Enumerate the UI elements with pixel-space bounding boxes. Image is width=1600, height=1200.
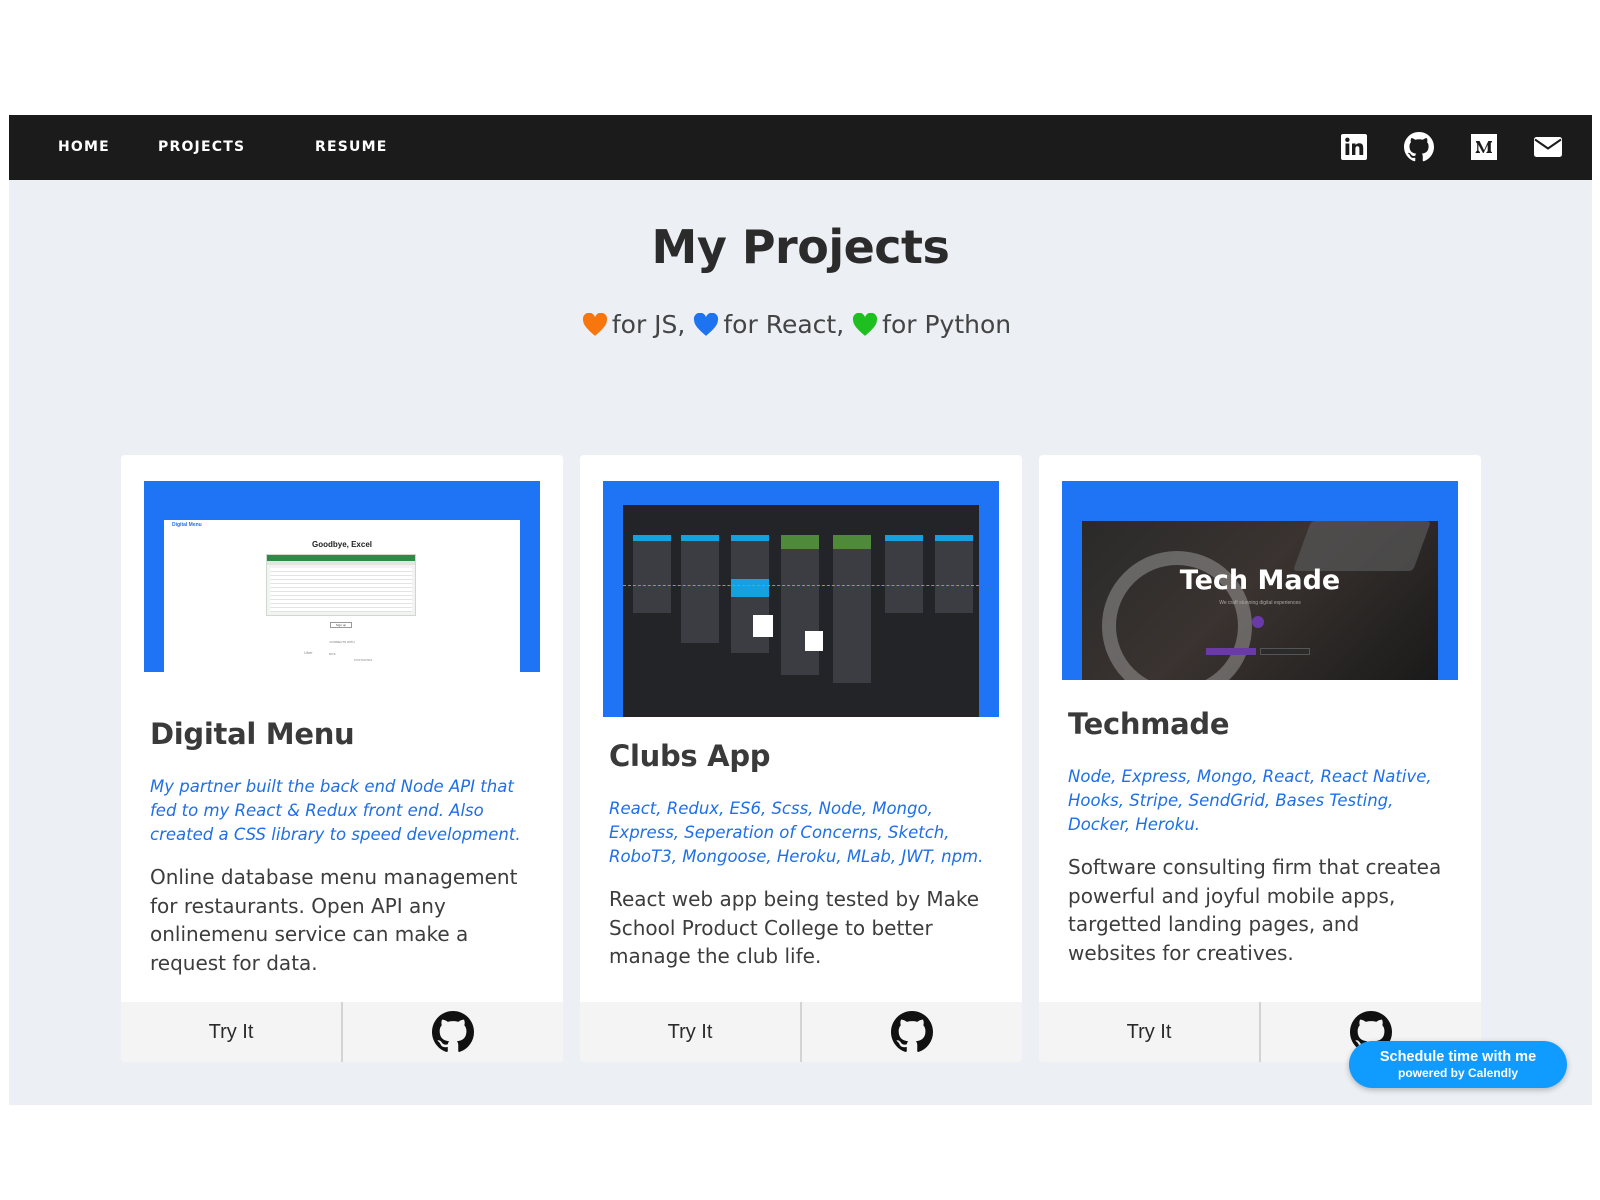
spreadsheet-preview [266,554,416,616]
card-title: Clubs App [609,739,771,773]
project-card-techmade: Tech Made We craft stunning digital expe… [1039,455,1481,1062]
card-tech-stack: React, Redux, ES6, Scss, Node, Mongo, Ex… [609,799,984,866]
preview-brand: Digital Menu [172,522,202,528]
github-repo-button[interactable] [802,1002,1022,1062]
calendly-sub-label: powered by Calendly [1397,1066,1519,1080]
card-footer: Try It [580,1002,1022,1062]
card-description: Online database menu management for rest… [150,865,518,975]
try-it-button[interactable]: Try It [580,1002,802,1062]
clubs-app-screenshot [603,481,999,717]
language-legend: for JS, for React, for Python [9,310,1592,339]
preview-headline: Goodbye, Excel [311,540,373,549]
calendly-main-label: Schedule time with me [1379,1049,1537,1065]
page-title: My Projects [651,220,950,274]
preview-headline: Tech Made [1179,565,1341,596]
green-heart-icon [853,312,878,336]
page-frame: HOME PROJECTS RESUME My Projects for JS,… [9,115,1592,1105]
preview-partner-uber: Uber [304,650,313,655]
card-title: Digital Menu [150,717,355,751]
nav-resume-link[interactable]: RESUME [315,115,388,180]
github-icon[interactable] [1401,129,1437,165]
legend-python: for Python [882,310,1012,339]
mail-icon[interactable] [1530,129,1566,165]
card-footer: Try It [121,1002,563,1062]
top-navbar: HOME PROJECTS RESUME [9,115,1592,180]
orange-heart-icon [582,312,607,336]
preview-connects: CONNECTS WITH [329,640,355,644]
github-icon [891,1011,933,1052]
card-tech-stack: Node, Express, Mongo, React, React Nativ… [1068,767,1432,834]
legend-react: for React, [723,310,845,339]
blue-heart-icon [694,312,719,336]
medium-icon[interactable] [1466,129,1502,165]
github-repo-button[interactable] [343,1002,563,1062]
digital-menu-screenshot: Digital Menu Goodbye, Excel Sign up CONN… [144,481,540,672]
linkedin-icon[interactable] [1336,129,1372,165]
card-description: Software consulting firm that createa po… [1068,855,1442,965]
card-tech-stack: My partner built the back end Node API t… [150,777,521,844]
nav-projects-link[interactable]: PROJECTS [158,115,245,180]
card-title: Techmade [1068,707,1230,741]
try-it-button[interactable]: Try It [121,1002,343,1062]
project-card-digital-menu: Digital Menu Goodbye, Excel Sign up CONN… [121,455,563,1062]
preview-partner-postmates: POSTMATES [354,658,373,662]
project-card-clubs-app: Clubs App React, Redux, ES6, Scss, Node,… [580,455,1022,1062]
card-description: React web app being tested by Make Schoo… [609,887,980,968]
legend-js: for JS, [611,310,686,339]
preview-partner-bite: BITE [329,652,336,656]
nav-home-link[interactable]: HOME [58,115,110,180]
try-it-button[interactable]: Try It [1039,1002,1261,1062]
techmade-screenshot: Tech Made We craft stunning digital expe… [1062,481,1458,680]
github-icon [432,1011,474,1052]
calendly-schedule-button[interactable]: Schedule time with me powered by Calendl… [1349,1041,1567,1088]
preview-signup: Sign up [330,622,352,628]
preview-tagline: We craft stunning digital experiences [1219,600,1301,606]
